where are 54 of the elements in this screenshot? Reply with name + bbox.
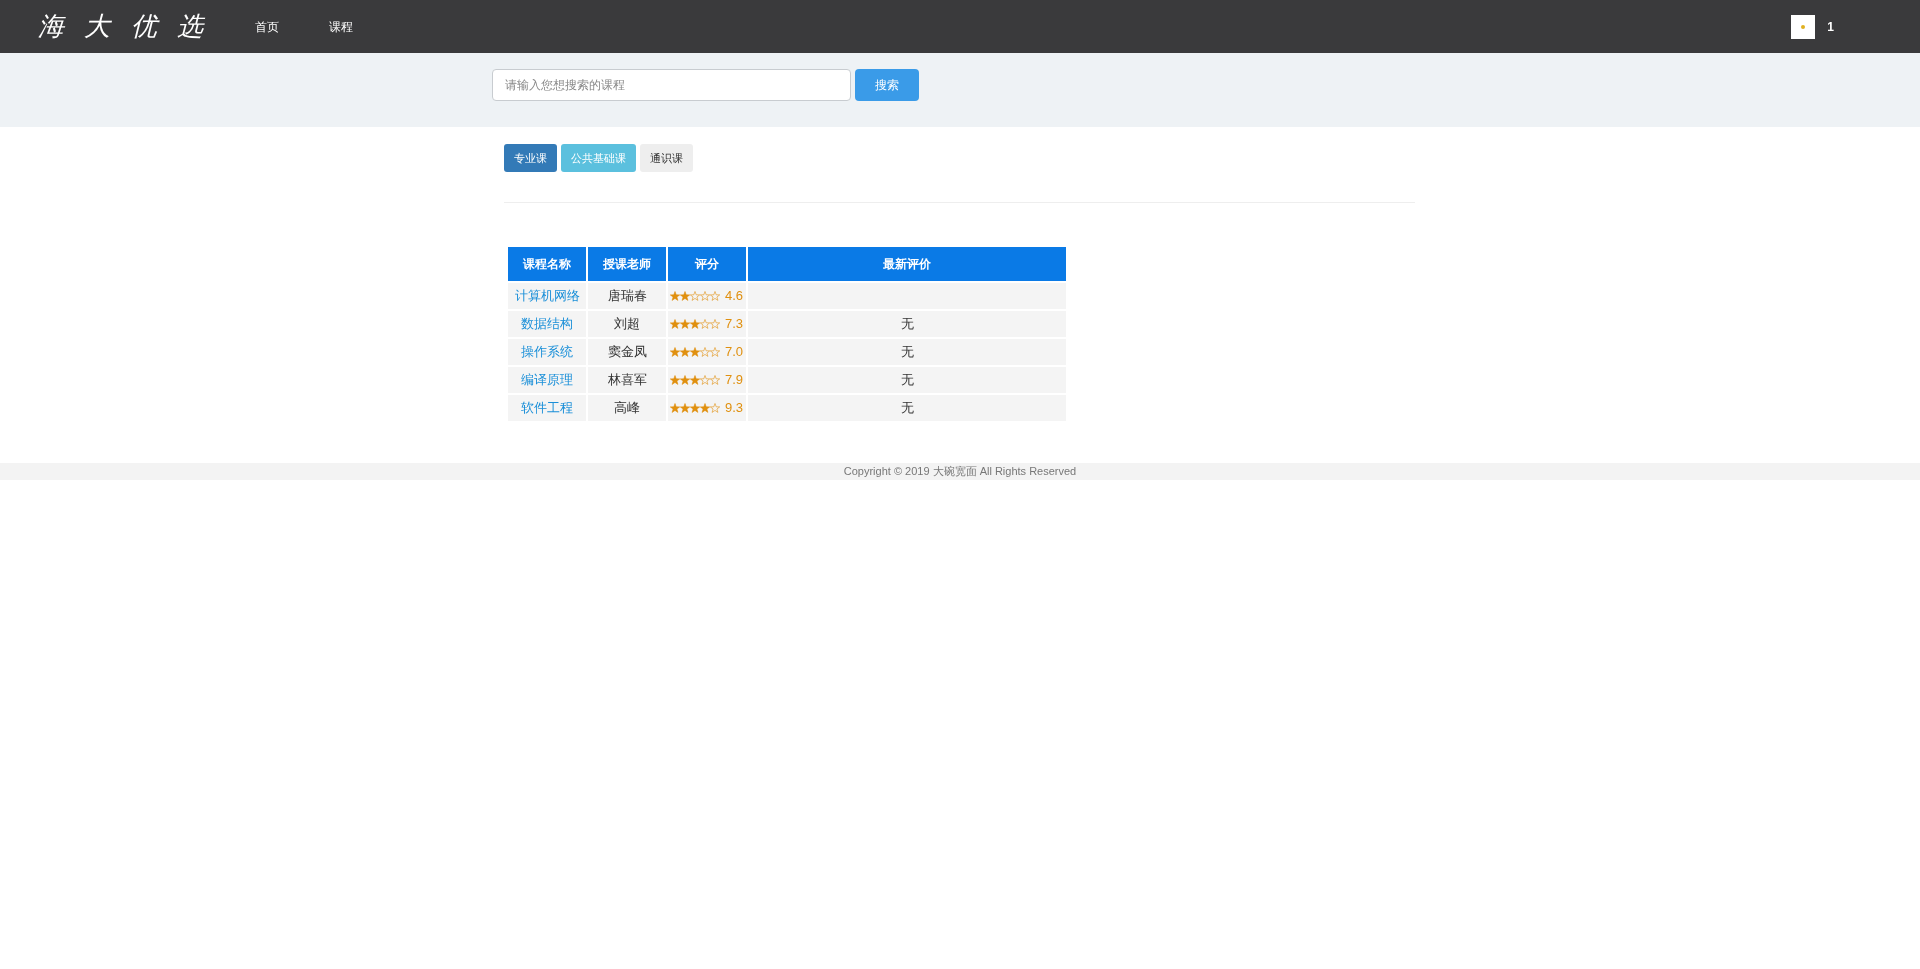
filled-star-icon bbox=[680, 319, 690, 329]
score-text: 9.3 bbox=[725, 399, 744, 418]
empty-star-icon bbox=[710, 375, 720, 385]
user-avatar[interactable] bbox=[1791, 14, 1816, 39]
course-link[interactable]: 计算机网络 bbox=[508, 283, 586, 309]
table-cell: 无 bbox=[748, 339, 1066, 365]
column-header: 评分 bbox=[668, 247, 746, 281]
filled-star-icon bbox=[670, 291, 680, 301]
nav-link[interactable]: 课程 bbox=[328, 17, 353, 36]
table-cell: 无 bbox=[748, 311, 1066, 337]
course-link[interactable]: 操作系统 bbox=[508, 339, 586, 365]
category-button[interactable]: 通识课 bbox=[640, 144, 693, 172]
table-cell: 无 bbox=[748, 395, 1066, 421]
filled-star-icon bbox=[670, 375, 680, 385]
empty-star-icon bbox=[710, 291, 720, 301]
score-text: 7.3 bbox=[725, 315, 744, 334]
column-header: 课程名称 bbox=[508, 247, 586, 281]
search-field[interactable]: 请输入您想搜索的课程 bbox=[492, 69, 851, 101]
column-header: 授课老师 bbox=[588, 247, 666, 281]
filled-star-icon bbox=[690, 403, 700, 413]
column-header: 最新评价 bbox=[748, 247, 1066, 281]
search-button[interactable]: 搜索 bbox=[855, 69, 919, 101]
empty-star-icon bbox=[710, 319, 720, 329]
empty-star-icon bbox=[710, 347, 720, 357]
filled-star-icon bbox=[670, 403, 680, 413]
filled-star-icon bbox=[680, 291, 690, 301]
score-text: 7.9 bbox=[725, 371, 744, 390]
nav-link[interactable]: 首页 bbox=[254, 17, 279, 36]
filled-star-icon bbox=[690, 347, 700, 357]
score-text: 4.6 bbox=[725, 287, 744, 306]
empty-star-icon bbox=[700, 291, 710, 301]
course-link[interactable]: 编译原理 bbox=[508, 367, 586, 393]
table-cell: 无 bbox=[748, 367, 1066, 393]
table-cell: 高峰 bbox=[588, 395, 666, 421]
filled-star-icon bbox=[670, 347, 680, 357]
copyright-text: Copyright © 2019 大碗宽面 All Rights Reserved bbox=[843, 464, 1077, 480]
user-name[interactable]: 1 bbox=[1827, 17, 1834, 36]
category-button[interactable]: 公共基础课 bbox=[561, 144, 636, 172]
score-text: 7.0 bbox=[725, 343, 744, 362]
filled-star-icon bbox=[680, 347, 690, 357]
filled-star-icon bbox=[700, 403, 710, 413]
course-link[interactable]: 数据结构 bbox=[508, 311, 586, 337]
table-cell: 林喜军 bbox=[588, 367, 666, 393]
filled-star-icon bbox=[670, 319, 680, 329]
table-cell: 窦金凤 bbox=[588, 339, 666, 365]
site-logo[interactable]: 海 大 优 选 bbox=[38, 7, 209, 46]
course-link[interactable]: 软件工程 bbox=[508, 395, 586, 421]
filled-star-icon bbox=[690, 375, 700, 385]
category-button[interactable]: 专业课 bbox=[504, 144, 557, 172]
filled-star-icon bbox=[690, 319, 700, 329]
filled-star-icon bbox=[680, 375, 690, 385]
filled-star-icon bbox=[680, 403, 690, 413]
table-cell: 唐瑞春 bbox=[588, 283, 666, 309]
table-cell: 刘超 bbox=[588, 311, 666, 337]
